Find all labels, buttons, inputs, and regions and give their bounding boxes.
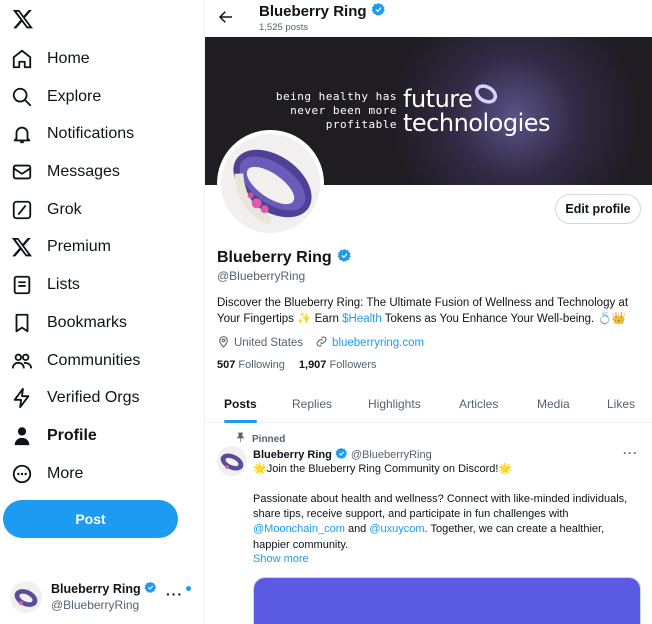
sidebar-item-label: Communities <box>47 352 141 369</box>
home-icon <box>10 47 34 71</box>
banner-tagline: being healthy has never been more profit… <box>275 90 397 131</box>
active-tab-indicator <box>224 420 257 423</box>
x-logo-icon <box>10 235 34 259</box>
tab-highlights[interactable]: Highlights <box>368 385 421 423</box>
sidebar-item-label: Explore <box>47 88 102 105</box>
search-icon <box>10 85 34 109</box>
sidebar-item-more[interactable]: More <box>10 456 83 492</box>
envelope-icon <box>10 160 34 184</box>
post-headline: 🌟Join the Blueberry Ring Community on Di… <box>253 463 513 475</box>
sidebar: Home Explore Notifications Messages Grok… <box>0 0 204 624</box>
profile-header-bar: Blueberry Ring 1,525 posts <box>205 0 652 37</box>
profile-name: Blueberry Ring <box>217 249 332 266</box>
sidebar-item-communities[interactable]: Communities <box>10 343 140 379</box>
post-header: Blueberry Ring @BlueberryRing <box>253 447 432 463</box>
post-author-handle[interactable]: @BlueberryRing <box>351 449 432 461</box>
sidebar-item-label: More <box>47 465 84 482</box>
sidebar-item-grok[interactable]: Grok <box>10 192 82 228</box>
sidebar-item-label: Notifications <box>47 125 135 142</box>
post-media[interactable] <box>253 577 641 624</box>
tab-likes[interactable]: Likes <box>607 385 635 423</box>
grok-icon <box>10 198 34 222</box>
verified-badge-icon <box>144 581 157 598</box>
location-icon <box>217 335 234 351</box>
sidebar-item-premium[interactable]: Premium <box>10 229 111 265</box>
sidebar-item-label: Home <box>47 50 90 67</box>
sidebar-item-explore[interactable]: Explore <box>10 79 101 115</box>
account-handle: @BlueberryRing <box>51 598 140 612</box>
bell-icon <box>10 122 34 146</box>
sidebar-item-notifications[interactable]: Notifications <box>10 116 134 152</box>
sidebar-item-home[interactable]: Home <box>10 41 90 77</box>
edit-profile-button[interactable]: Edit profile <box>555 194 641 224</box>
profile-handle: @BlueberryRing <box>217 269 306 283</box>
following-link[interactable]: 507 Following <box>217 359 285 371</box>
cashtag-link[interactable]: $Health <box>342 313 382 325</box>
verified-badge-icon <box>335 447 348 463</box>
avatar <box>10 581 42 613</box>
account-switcher[interactable]: Blueberry Ring @BlueberryRing ··· <box>10 578 195 616</box>
person-icon <box>10 424 34 448</box>
sidebar-item-label: Lists <box>47 276 80 293</box>
pin-icon <box>235 432 246 446</box>
profile-bio: Discover the Blueberry Ring: The Ultimat… <box>217 297 629 325</box>
followers-link[interactable]: 1,907 Followers <box>299 359 377 371</box>
post-author-name[interactable]: Blueberry Ring <box>253 449 332 461</box>
notification-dot <box>186 586 191 591</box>
more-options-icon[interactable]: ··· <box>166 586 183 602</box>
profile-tabs: Posts Replies Highlights Articles Media … <box>205 385 652 423</box>
tab-replies[interactable]: Replies <box>292 385 332 423</box>
sidebar-item-label: Messages <box>47 163 120 180</box>
post-count: 1,525 posts <box>259 22 309 33</box>
sidebar-item-lists[interactable]: Lists <box>10 267 80 303</box>
sidebar-item-label: Profile <box>47 427 97 444</box>
link-icon <box>315 335 332 351</box>
sidebar-item-label: Verified Orgs <box>47 389 140 406</box>
pinned-indicator: Pinned <box>235 432 285 446</box>
header-title: Blueberry Ring <box>259 3 367 20</box>
profile-location: United States <box>234 337 304 349</box>
post-author-avatar[interactable] <box>217 446 247 476</box>
profile-avatar[interactable] <box>217 130 324 237</box>
sidebar-item-verified-orgs[interactable]: Verified Orgs <box>10 380 139 416</box>
tab-media[interactable]: Media <box>537 385 570 423</box>
x-logo-icon[interactable] <box>12 8 34 30</box>
sidebar-item-label: Bookmarks <box>47 314 128 331</box>
profile-meta: United States blueberryring.com <box>217 335 424 351</box>
ring-icon <box>473 81 499 107</box>
sidebar-item-bookmarks[interactable]: Bookmarks <box>10 305 127 341</box>
people-icon <box>10 349 34 373</box>
post-body: Passionate about health and wellness? Co… <box>253 493 628 551</box>
sidebar-item-messages[interactable]: Messages <box>10 154 120 190</box>
more-circle-icon <box>10 462 34 486</box>
list-icon <box>10 273 34 297</box>
post-button[interactable]: Post <box>3 500 178 538</box>
lightning-icon <box>10 386 34 410</box>
mention-link[interactable]: @Moonchain_com <box>253 523 345 535</box>
banner-title-line2: technologies <box>403 109 551 137</box>
profile-main: Blueberry Ring 1,525 posts being healthy… <box>204 0 652 624</box>
sidebar-item-label: Premium <box>47 238 112 255</box>
show-more-link[interactable]: Show more <box>253 553 309 565</box>
post-more-icon[interactable]: ··· <box>623 446 638 460</box>
tab-articles[interactable]: Articles <box>459 385 498 423</box>
mention-link[interactable]: @uxuycom <box>369 523 424 535</box>
verified-badge-icon <box>371 2 386 21</box>
bookmark-icon <box>10 311 34 335</box>
profile-website-link[interactable]: blueberryring.com <box>332 337 424 349</box>
account-name: Blueberry Ring <box>51 582 141 596</box>
sidebar-item-label: Grok <box>47 201 82 218</box>
follow-stats: 507 Following 1,907 Followers <box>217 359 377 371</box>
verified-badge-icon[interactable] <box>337 248 352 268</box>
tab-posts[interactable]: Posts <box>224 385 257 423</box>
sidebar-item-profile[interactable]: Profile <box>10 418 97 454</box>
back-arrow-icon[interactable] <box>217 8 237 28</box>
